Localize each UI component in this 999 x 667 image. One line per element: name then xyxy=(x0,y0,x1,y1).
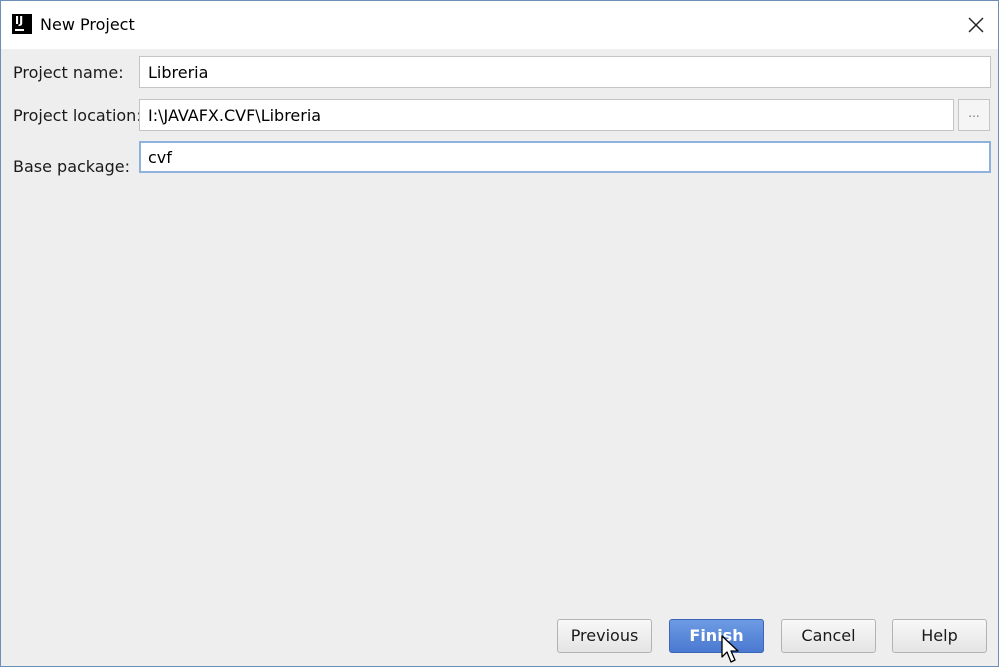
project-location-label: Project location: xyxy=(13,106,142,125)
browse-location-button[interactable]: ... xyxy=(958,99,990,131)
dialog-content: Project name: Project location: ... Base… xyxy=(1,49,998,666)
intellij-idea-icon: IJ xyxy=(12,14,32,34)
close-icon[interactable] xyxy=(964,13,988,37)
base-package-input[interactable] xyxy=(139,141,991,173)
new-project-dialog: IJ New Project Project name: Project loc… xyxy=(0,0,999,667)
finish-button[interactable]: Finish xyxy=(669,619,764,653)
cancel-button[interactable]: Cancel xyxy=(781,619,876,653)
base-package-label: Base package: xyxy=(13,157,130,176)
project-name-input[interactable] xyxy=(139,56,991,88)
help-button[interactable]: Help xyxy=(892,619,987,653)
project-location-input[interactable] xyxy=(139,99,954,131)
project-name-label: Project name: xyxy=(13,63,124,82)
previous-button[interactable]: Previous xyxy=(557,619,652,653)
dialog-title: New Project xyxy=(40,15,135,34)
title-bar: IJ New Project xyxy=(1,1,998,49)
